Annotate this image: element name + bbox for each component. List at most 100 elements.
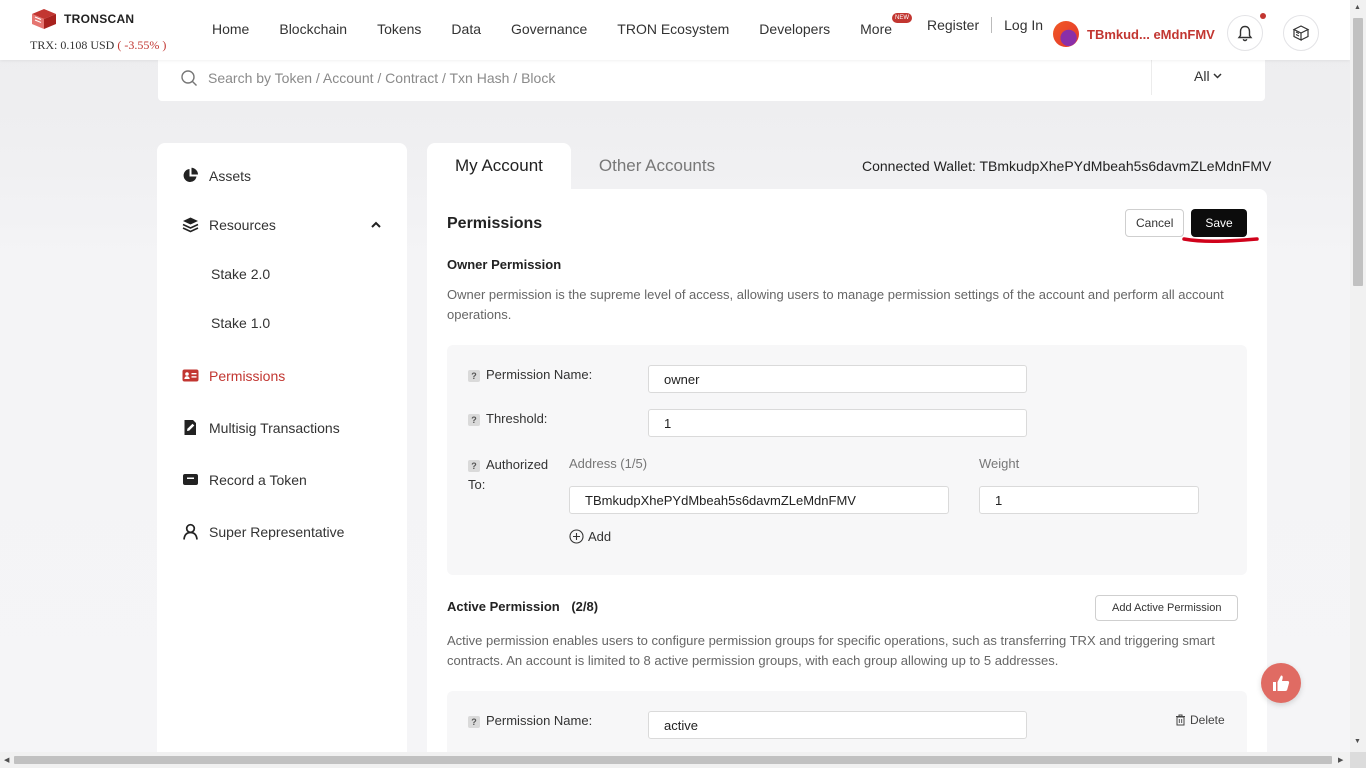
chevron-down-icon	[1213, 73, 1222, 79]
sidebar-item-label: Assets	[209, 167, 252, 184]
authorized-label-text: Authorized	[486, 457, 549, 472]
tools-button[interactable]	[1283, 15, 1319, 51]
login-link[interactable]: Log In	[1004, 17, 1043, 33]
nav-blockchain[interactable]: Blockchain	[279, 21, 347, 37]
sidebar-item-resources[interactable]: Resources	[182, 216, 276, 233]
document-edit-icon	[184, 420, 196, 435]
sidebar-item-label: Multisig Transactions	[209, 419, 340, 436]
address-column-header: Address (1/5)	[569, 456, 648, 471]
vertical-scrollbar[interactable]: ▲ ▼	[1350, 0, 1366, 752]
help-icon[interactable]: ?	[468, 414, 480, 426]
active-permission-title: Active Permission (2/8)	[447, 599, 598, 614]
nav-governance[interactable]: Governance	[511, 21, 587, 37]
plus-circle-icon	[569, 529, 584, 544]
horizontal-scroll-thumb[interactable]	[14, 756, 1332, 764]
nav-more-label: More	[860, 21, 893, 37]
thumbs-up-icon	[1273, 675, 1290, 691]
sidebar-item-label: Record a Token	[209, 471, 307, 488]
scroll-left-arrow-icon[interactable]: ◀	[4, 756, 9, 764]
cancel-button[interactable]: Cancel	[1125, 209, 1185, 237]
delete-label: Delete	[1190, 713, 1225, 727]
active-permission-count: (2/8)	[571, 599, 599, 614]
register-link[interactable]: Register	[927, 17, 979, 33]
sidebar-item-assets[interactable]: Assets	[182, 167, 251, 184]
wallet-avatar	[1053, 21, 1079, 47]
active-permission-title-text: Active Permission	[447, 599, 560, 614]
trx-price-label: TRX: 0.108 USD	[30, 38, 115, 52]
add-address-button[interactable]: Add	[569, 529, 611, 544]
page-title: Permissions	[447, 215, 543, 232]
nav-more[interactable]: More NEW	[860, 13, 913, 37]
id-card-icon	[182, 369, 199, 382]
logo[interactable]: TRONSCAN	[30, 8, 134, 30]
sidebar-item-record-token[interactable]: Record a Token	[182, 471, 307, 488]
add-label: Add	[588, 529, 612, 544]
authorized-label-text-2: To:	[468, 477, 486, 492]
wallet-icon	[183, 474, 198, 485]
wallet-address: TBmkud... eMdnFMV	[1087, 26, 1215, 42]
layers-icon	[182, 217, 199, 233]
vertical-scroll-thumb[interactable]	[1353, 18, 1363, 286]
search-bar: All	[158, 54, 1265, 101]
authorized-to-label: ? Authorized To:	[468, 455, 548, 495]
tab-other-accounts[interactable]: Other Accounts	[571, 143, 743, 189]
trash-icon	[1176, 714, 1185, 726]
nav-tokens[interactable]: Tokens	[377, 21, 421, 37]
delete-permission-button[interactable]: Delete	[1175, 713, 1225, 727]
top-header: TRONSCAN TRX: 0.108 USD ( -3.55% ) Home …	[0, 0, 1350, 60]
sidebar-item-super-representative[interactable]: Super Representative	[182, 523, 344, 540]
sidebar-item-multisig[interactable]: Multisig Transactions	[182, 419, 340, 436]
cube-icon	[1292, 25, 1310, 41]
new-badge: NEW	[892, 13, 913, 23]
owner-address-input[interactable]: TBmkudpXhePYdMbeah5s6davmZLeMdnFMV	[569, 486, 949, 514]
account-sidebar: Assets Resources Stake 2.0 Stake 1.0 Per…	[157, 143, 407, 768]
owner-threshold-input[interactable]: 1	[648, 409, 1027, 437]
account-tabs: My Account Other Accounts	[427, 143, 743, 189]
save-underline-annotation	[1182, 237, 1259, 243]
notifications-button[interactable]	[1227, 13, 1266, 51]
permission-name-label-text: Permission Name:	[486, 367, 593, 382]
nav-tron-ecosystem[interactable]: TRON Ecosystem	[617, 21, 729, 37]
main-nav: Home Blockchain Tokens Data Governance T…	[212, 13, 922, 37]
sidebar-item-stake-2[interactable]: Stake 2.0	[211, 266, 270, 282]
logo-text: TRONSCAN	[64, 12, 135, 26]
weight-column-header: Weight	[979, 456, 1020, 471]
horizontal-scrollbar[interactable]: ◀ ▶	[0, 752, 1350, 768]
search-filter-label: All	[1194, 68, 1210, 84]
permissions-panel: Permissions Cancel Save Owner Permission…	[427, 189, 1267, 768]
owner-permission-name-input[interactable]: owner	[648, 365, 1027, 393]
threshold-label: ? Threshold:	[468, 411, 547, 426]
sidebar-item-stake-1[interactable]: Stake 1.0	[211, 315, 270, 331]
sidebar-item-label: Resources	[209, 216, 276, 233]
add-active-permission-button[interactable]: Add Active Permission	[1095, 595, 1239, 621]
nav-developers[interactable]: Developers	[759, 21, 830, 37]
nav-data[interactable]: Data	[451, 21, 481, 37]
threshold-label-text: Threshold:	[486, 411, 548, 426]
owner-permission-title: Owner Permission	[447, 257, 562, 272]
sidebar-item-permissions[interactable]: Permissions	[182, 367, 285, 384]
sidebar-item-label: Super Representative	[209, 523, 345, 540]
sidebar-item-label: Permissions	[209, 367, 286, 384]
scroll-up-arrow-icon[interactable]: ▲	[1354, 4, 1361, 11]
wallet-button[interactable]: TBmkud... eMdnFMV	[1053, 21, 1215, 47]
help-icon[interactable]: ?	[468, 370, 480, 382]
search-input[interactable]	[208, 66, 1148, 90]
search-icon	[181, 70, 197, 86]
scrollbar-corner	[1350, 752, 1366, 768]
tab-my-account[interactable]: My Account	[427, 143, 571, 189]
nav-home[interactable]: Home	[212, 21, 249, 37]
help-icon[interactable]: ?	[468, 716, 480, 728]
scroll-right-arrow-icon[interactable]: ▶	[1338, 756, 1343, 764]
permission-name-label: ? Permission Name:	[468, 713, 592, 728]
feedback-float-button[interactable]	[1261, 663, 1301, 703]
help-icon[interactable]: ?	[468, 460, 480, 472]
active-permission-name-input[interactable]: active	[648, 711, 1027, 739]
user-icon	[183, 523, 198, 540]
scroll-down-arrow-icon[interactable]: ▼	[1354, 738, 1361, 745]
chevron-up-icon[interactable]	[371, 221, 381, 228]
permission-name-label-text: Permission Name:	[486, 713, 593, 728]
search-divider	[1151, 60, 1152, 95]
owner-permission-description: Owner permission is the supreme level of…	[447, 287, 1224, 322]
search-filter-dropdown[interactable]: All	[1194, 68, 1222, 84]
owner-weight-input[interactable]: 1	[979, 486, 1199, 514]
